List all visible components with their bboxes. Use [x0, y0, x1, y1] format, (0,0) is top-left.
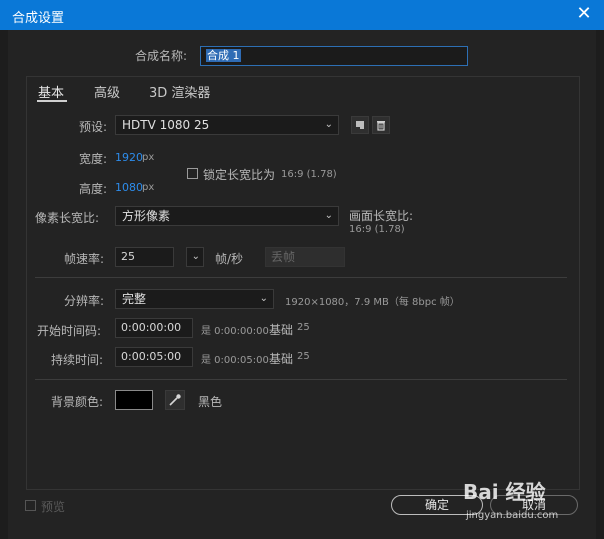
- tab-3d-renderer[interactable]: 3D 渲染器: [149, 82, 210, 101]
- frame-rate-label: 帧速率:: [64, 252, 105, 266]
- composition-name-value: 合成 1: [206, 49, 241, 62]
- start-timecode-base: 25: [297, 322, 310, 333]
- duration-input[interactable]: 0:00:05:00: [115, 347, 193, 367]
- frame-aspect-value: 16:9 (1.78): [349, 224, 405, 235]
- frame-rate-input[interactable]: 25: [115, 247, 174, 267]
- chevron-down-icon: ⌄: [324, 210, 333, 221]
- lock-aspect-ratio: 16:9 (1.78): [281, 169, 337, 180]
- drop-frame-select[interactable]: 丢帧: [265, 247, 345, 267]
- height-value[interactable]: 1080: [115, 181, 143, 194]
- settings-panel: [26, 76, 580, 490]
- pixel-aspect-select[interactable]: 方形像素 ⌄: [115, 206, 339, 226]
- frame-rate-unit: 帧/秒: [215, 252, 244, 266]
- start-timecode-equivalent: 是 0:00:00:00: [201, 326, 269, 337]
- chevron-down-icon: ⌄: [259, 293, 268, 304]
- eyedropper-icon[interactable]: [165, 390, 185, 410]
- watermark-logo: Bai 经验: [463, 480, 546, 504]
- preview-label: 预览: [41, 500, 66, 514]
- height-label: 高度:: [79, 182, 108, 196]
- resolution-select[interactable]: 完整 ⌄: [115, 289, 274, 309]
- preview-checkbox[interactable]: [25, 500, 36, 511]
- window-title: 合成设置: [12, 11, 65, 26]
- chevron-down-icon: ⌄: [191, 251, 200, 262]
- divider: [35, 379, 567, 380]
- start-timecode-label: 开始时间码:: [37, 324, 102, 338]
- frame-rate-dropdown[interactable]: ⌄: [186, 247, 204, 267]
- start-timecode-base-label: 基础: [269, 323, 294, 337]
- active-tab-underline: [37, 100, 67, 102]
- save-preset-icon[interactable]: [351, 116, 369, 134]
- lock-aspect-label: 锁定长宽比为: [203, 168, 276, 182]
- tab-advanced[interactable]: 高级: [94, 82, 120, 101]
- resolution-value: 完整: [122, 292, 147, 306]
- duration-equivalent: 是 0:00:05:00: [201, 355, 269, 366]
- tab-basic[interactable]: 基本: [38, 82, 64, 101]
- lock-aspect-checkbox[interactable]: [187, 168, 198, 179]
- close-icon[interactable]: ✕: [574, 4, 594, 24]
- duration-label: 持续时间:: [51, 353, 104, 367]
- background-color-label: 背景颜色:: [51, 395, 104, 409]
- chevron-down-icon: ⌄: [324, 119, 333, 130]
- pixel-aspect-label: 像素长宽比:: [35, 211, 100, 225]
- divider: [35, 277, 567, 278]
- resolution-info: 1920×1080，7.9 MB（每 8bpc 帧）: [285, 297, 460, 308]
- delete-preset-icon[interactable]: [372, 116, 390, 134]
- frame-aspect-label: 画面长宽比:: [349, 209, 414, 223]
- start-timecode-input[interactable]: 0:00:00:00: [115, 318, 193, 338]
- resolution-label: 分辨率:: [64, 294, 105, 308]
- composition-name-input[interactable]: 合成 1: [200, 46, 468, 66]
- background-color-name: 黑色: [198, 395, 223, 409]
- watermark-url: jingyan.baidu.com: [466, 510, 559, 521]
- preset-value: HDTV 1080 25: [122, 118, 210, 132]
- width-label: 宽度:: [79, 152, 108, 166]
- composition-name-label: 合成名称:: [135, 49, 188, 63]
- duration-base-label: 基础: [269, 352, 294, 366]
- preset-select[interactable]: HDTV 1080 25 ⌄: [115, 115, 339, 135]
- height-unit: px: [142, 182, 155, 193]
- preset-label: 预设:: [79, 120, 108, 134]
- background-color-swatch[interactable]: [115, 390, 153, 410]
- duration-base: 25: [297, 351, 310, 362]
- width-unit: px: [142, 152, 155, 163]
- width-value[interactable]: 1920: [115, 151, 143, 164]
- title-bar: 合成设置 ✕: [0, 0, 604, 30]
- pixel-aspect-value: 方形像素: [122, 209, 171, 223]
